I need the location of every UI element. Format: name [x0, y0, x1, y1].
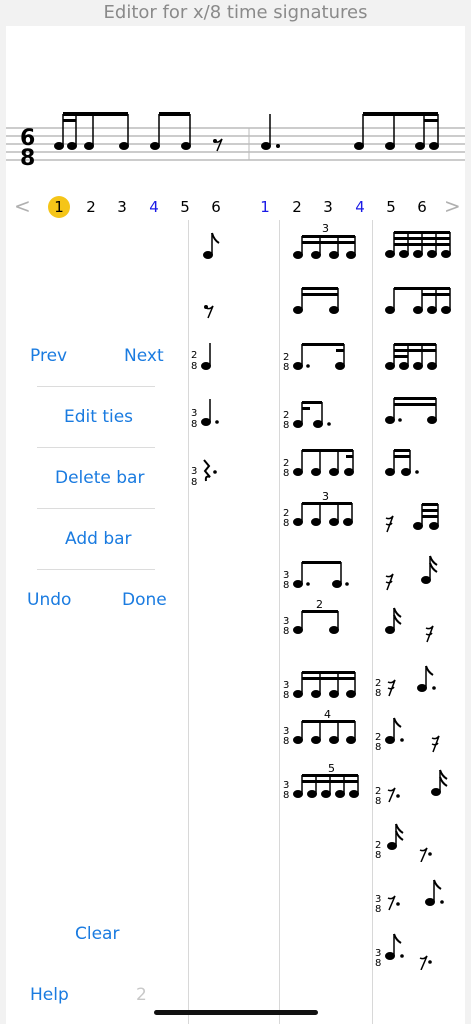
palette-dotted-16th-rest-16th[interactable]: 28 — [374, 768, 462, 808]
tuplet-label: 5 — [328, 762, 335, 775]
prev-button[interactable]: Prev — [30, 346, 67, 366]
separator — [37, 508, 155, 509]
palette-quintuplet[interactable]: 5 38 — [282, 762, 370, 802]
palette-16th-rest-dotted-8th-32nd[interactable] — [376, 552, 464, 592]
palette-eighth-note[interactable] — [190, 228, 230, 264]
palette-eighth-eighth-16th[interactable]: 28 — [282, 444, 370, 480]
done-button[interactable]: Done — [122, 590, 167, 610]
palette-dotted-eighth-16th[interactable]: 28 — [282, 338, 370, 374]
palette-eighth-rest[interactable] — [190, 296, 230, 326]
sig-bottom: 8 — [191, 477, 197, 488]
tuplet-label: 2 — [316, 598, 323, 611]
sig-bottom: 8 — [375, 850, 381, 861]
palette-dotted-quarter-note[interactable]: 3 8 — [190, 398, 230, 434]
count-bar2-5[interactable]: 5 — [380, 196, 402, 218]
undo-button[interactable]: Undo — [27, 590, 71, 610]
sig-bottom: 8 — [283, 790, 289, 801]
separator — [37, 447, 155, 448]
tuplet-label: 4 — [324, 708, 331, 721]
palette-quadruplet[interactable]: 4 38 — [282, 708, 370, 748]
palette-eighth-triplet-16ths[interactable]: 3 — [282, 222, 370, 262]
palette-dotted-8th-16th-2[interactable] — [376, 392, 464, 428]
palette-four-eighths[interactable]: 38 — [282, 666, 370, 702]
time-sig-bottom: 8 — [20, 146, 35, 171]
sig-top: 3 — [191, 408, 197, 419]
count-bar2-4[interactable]: 4 — [349, 196, 371, 218]
column-divider — [372, 220, 373, 1024]
palette-duplet[interactable]: 2 38 — [282, 598, 370, 638]
music-staff: 6 8 — [6, 112, 465, 171]
sig-bottom: 8 — [191, 419, 197, 430]
add-bar-button[interactable]: Add bar — [65, 529, 132, 549]
column-divider — [279, 220, 280, 1024]
tuplet-label: 3 — [322, 222, 329, 235]
window-title: Editor for x/8 time signatures — [103, 2, 368, 23]
sig-top: 3 — [191, 466, 197, 477]
counts-prev-arrow[interactable]: < — [14, 194, 31, 218]
page-number: 2 — [136, 985, 147, 1005]
palette-eighth-triplet[interactable]: 3 28 — [282, 490, 370, 530]
palette-four-16ths[interactable] — [376, 226, 464, 262]
beat-counts-bar: < > 1 2 3 4 5 6 1 2 3 4 5 6 — [6, 192, 465, 220]
count-bar2-1[interactable]: 1 — [254, 196, 276, 218]
sig-bottom: 8 — [283, 736, 289, 747]
staff-view[interactable]: 6 8 — [6, 26, 465, 192]
palette-dotted-8th-16th-rest[interactable]: 28 — [374, 714, 462, 754]
sig-bottom: 8 — [375, 688, 381, 699]
tuplet-label: 3 — [322, 490, 329, 503]
column-divider — [188, 220, 189, 1024]
sig-bottom: 8 — [375, 796, 381, 807]
control-panel — [6, 220, 188, 1024]
palette-dotted-8th-dotted-8th-rest[interactable]: 38 — [374, 930, 462, 970]
sig-bottom: 8 — [283, 580, 289, 591]
count-bar2-3[interactable]: 3 — [317, 196, 339, 218]
sig-bottom: 8 — [375, 958, 381, 969]
palette-16th-16th-rest[interactable] — [376, 606, 464, 646]
count-bar1-6[interactable]: 6 — [205, 196, 227, 218]
sig-bottom: 8 — [283, 690, 289, 701]
clear-button[interactable]: Clear — [75, 924, 119, 944]
count-bar1-5[interactable]: 5 — [174, 196, 196, 218]
palette-16th-rest-dotted-8th[interactable]: 28 — [374, 660, 462, 700]
count-bar1-2[interactable]: 2 — [80, 196, 102, 218]
sig-bottom: 8 — [191, 361, 197, 372]
next-button[interactable]: Next — [124, 346, 164, 366]
palette-16th-dotted-8th-2[interactable] — [376, 444, 464, 480]
palette-dotted-8th-rest-dotted-8th[interactable]: 38 — [374, 876, 462, 916]
palette-16th-16th-8th[interactable] — [376, 338, 464, 374]
separator — [37, 386, 155, 387]
palette-8th-16th-16th[interactable] — [376, 282, 464, 318]
palette-16th-rest-two-16ths[interactable] — [376, 498, 464, 538]
edit-ties-button[interactable]: Edit ties — [64, 407, 133, 427]
palette-16th-dotted-16th-rest[interactable]: 28 — [374, 822, 462, 862]
count-bar2-2[interactable]: 2 — [286, 196, 308, 218]
help-button[interactable]: Help — [30, 985, 69, 1005]
count-bar2-6[interactable]: 6 — [411, 196, 433, 218]
home-indicator[interactable] — [154, 1010, 318, 1015]
count-bar1-3[interactable]: 3 — [111, 196, 133, 218]
sig-bottom: 8 — [283, 420, 289, 431]
separator — [37, 569, 155, 570]
sig-bottom: 8 — [283, 518, 289, 529]
palette-two-16ths[interactable] — [282, 282, 370, 318]
sig-bottom: 8 — [283, 468, 289, 479]
sig-bottom: 8 — [375, 904, 381, 915]
count-bar1-1[interactable]: 1 — [48, 196, 70, 218]
sig-bottom: 8 — [283, 626, 289, 637]
delete-bar-button[interactable]: Delete bar — [55, 468, 144, 488]
sig-bottom: 8 — [375, 742, 381, 753]
palette-dotted-quarter-rest[interactable]: 3 8 — [190, 456, 230, 492]
palette-dotted-eighth-dotted-eighth[interactable]: 38 — [282, 556, 370, 592]
sig-bottom: 8 — [283, 362, 289, 373]
palette-16th-dotted-eighth[interactable]: 28 — [282, 396, 370, 432]
counts-next-arrow[interactable]: > — [444, 194, 461, 218]
palette-quarter-note[interactable]: 2 8 — [190, 340, 230, 376]
count-bar1-4[interactable]: 4 — [143, 196, 165, 218]
sig-top: 2 — [191, 350, 197, 361]
